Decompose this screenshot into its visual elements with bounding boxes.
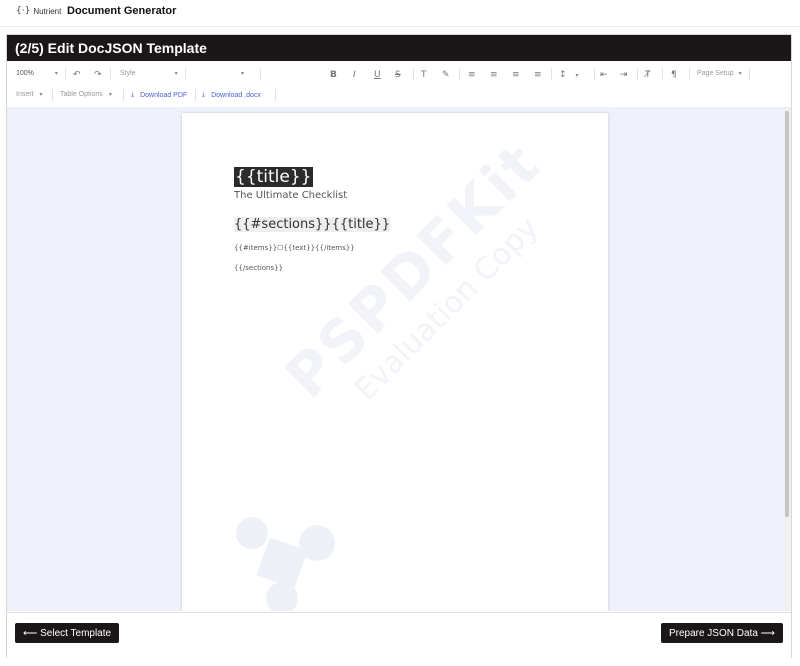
- toolbar-divider: [594, 68, 595, 80]
- document-canvas[interactable]: PSPDFKit Evaluation Copy {{title}} The U…: [7, 107, 785, 611]
- template-sections-tag[interactable]: {{#sections}}{{title}}: [234, 217, 391, 232]
- align-right-icon[interactable]: ≡: [512, 70, 520, 80]
- line-spacing-icon: ↕: [559, 70, 567, 80]
- brand-name: Nutrient: [33, 6, 62, 16]
- download-pdf-label: Download PDF: [140, 91, 188, 99]
- download-icon: ⤓: [131, 91, 135, 98]
- italic-icon[interactable]: I: [353, 70, 356, 80]
- chevron-down-icon: ▾: [738, 71, 742, 77]
- zoom-select[interactable]: 100% ▾: [16, 70, 58, 77]
- download-docx-button[interactable]: ⤓ Download .docx: [202, 91, 261, 99]
- footer: ⟵ Select Template Prepare JSON Data ⟶: [7, 612, 791, 659]
- editor-toolbar: 100% ▾ ↶ ↷ Style ▾ ▾ B I U S T ✎ ≡ ≡ ≡ ≡…: [7, 61, 791, 108]
- toolbar-divider: [749, 68, 750, 80]
- underline-icon[interactable]: U: [374, 70, 381, 80]
- insert-menu[interactable]: Insert ▾: [16, 91, 43, 98]
- zoom-value: 100%: [16, 70, 34, 77]
- select-template-button[interactable]: ⟵ Select Template: [15, 623, 120, 643]
- line-spacing-select[interactable]: ↕ ▾: [559, 70, 579, 80]
- template-subtitle[interactable]: The Ultimate Checklist: [234, 190, 347, 201]
- watermark-logo-icon: [236, 517, 335, 611]
- toolbar-divider: [52, 89, 53, 101]
- toolbar-divider: [413, 68, 414, 80]
- toolbar-divider: [637, 68, 638, 80]
- scrollbar[interactable]: [784, 107, 791, 611]
- table-options-menu[interactable]: Table Options ▾: [60, 91, 112, 98]
- toolbar-divider: [185, 68, 186, 80]
- chevron-down-icon: ▾: [39, 92, 43, 98]
- brand[interactable]: {·} Nutrient: [16, 6, 61, 16]
- align-left-icon[interactable]: ≡: [468, 70, 476, 80]
- scrollbar-thumb[interactable]: [785, 111, 789, 517]
- template-items-tag[interactable]: {{#items}}☐{{text}}{{/items}}: [234, 244, 355, 252]
- chevron-down-icon: ▾: [108, 92, 112, 98]
- template-end-sections-tag[interactable]: {{/sections}}: [234, 264, 283, 272]
- download-docx-label: Download .docx: [211, 91, 261, 99]
- toolbar-divider: [551, 68, 552, 80]
- chevron-down-icon: ▾: [241, 71, 245, 77]
- download-icon: ⤓: [202, 91, 206, 98]
- app-title: Document Generator: [67, 5, 177, 17]
- redo-icon[interactable]: ↷: [94, 70, 102, 80]
- chevron-down-icon: ▾: [575, 72, 579, 79]
- toolbar-divider: [260, 68, 261, 80]
- prepare-json-data-button[interactable]: Prepare JSON Data ⟶: [660, 623, 783, 643]
- insert-label: Insert: [16, 91, 34, 98]
- watermark: PSPDFKit Evaluation Copy: [272, 129, 579, 436]
- justify-icon[interactable]: ≡: [534, 70, 542, 80]
- undo-icon[interactable]: ↶: [73, 70, 81, 80]
- highlight-icon[interactable]: ✎: [442, 70, 450, 80]
- toolbar-divider: [662, 68, 663, 80]
- chevron-down-icon: ▾: [174, 71, 178, 77]
- editor-panel: (2/5) Edit DocJSON Template 100% ▾ ↶ ↷ S…: [6, 34, 792, 659]
- toolbar-divider: [65, 68, 66, 80]
- toolbar-divider: [110, 68, 111, 80]
- panel-title: (2/5) Edit DocJSON Template: [7, 35, 791, 61]
- clear-formatting-icon[interactable]: T̸: [645, 70, 651, 80]
- pilcrow-icon[interactable]: ¶: [671, 70, 677, 80]
- download-pdf-button[interactable]: ⤓ Download PDF: [131, 91, 187, 99]
- toolbar-divider: [459, 68, 460, 80]
- style-select[interactable]: Style ▾: [120, 70, 178, 77]
- page-setup-menu[interactable]: Page Setup ▾: [697, 70, 742, 77]
- indent-icon[interactable]: ⇥: [620, 70, 628, 80]
- table-options-label: Table Options: [60, 91, 103, 98]
- top-bar: {·} Nutrient Document Generator: [0, 0, 800, 27]
- watermark-title: PSPDFKit: [272, 128, 555, 412]
- toolbar-divider: [689, 68, 690, 80]
- chevron-down-icon: ▾: [54, 71, 58, 77]
- page-setup-label: Page Setup: [697, 70, 734, 77]
- toolbar-divider: [275, 89, 276, 101]
- nutrient-logo-icon: {·}: [16, 6, 31, 16]
- document-page[interactable]: PSPDFKit Evaluation Copy {{title}} The U…: [182, 113, 608, 611]
- font-select[interactable]: ▾: [195, 70, 255, 77]
- strikethrough-icon[interactable]: S: [395, 70, 401, 80]
- outdent-icon[interactable]: ⇤: [600, 70, 608, 80]
- toolbar-divider: [195, 89, 196, 101]
- toolbar-divider: [123, 89, 124, 101]
- template-title-tag[interactable]: {{title}}: [234, 167, 313, 187]
- style-placeholder: Style: [120, 70, 136, 77]
- align-center-icon[interactable]: ≡: [490, 70, 498, 80]
- bold-icon[interactable]: B: [330, 70, 337, 80]
- text-color-icon[interactable]: T: [421, 70, 427, 80]
